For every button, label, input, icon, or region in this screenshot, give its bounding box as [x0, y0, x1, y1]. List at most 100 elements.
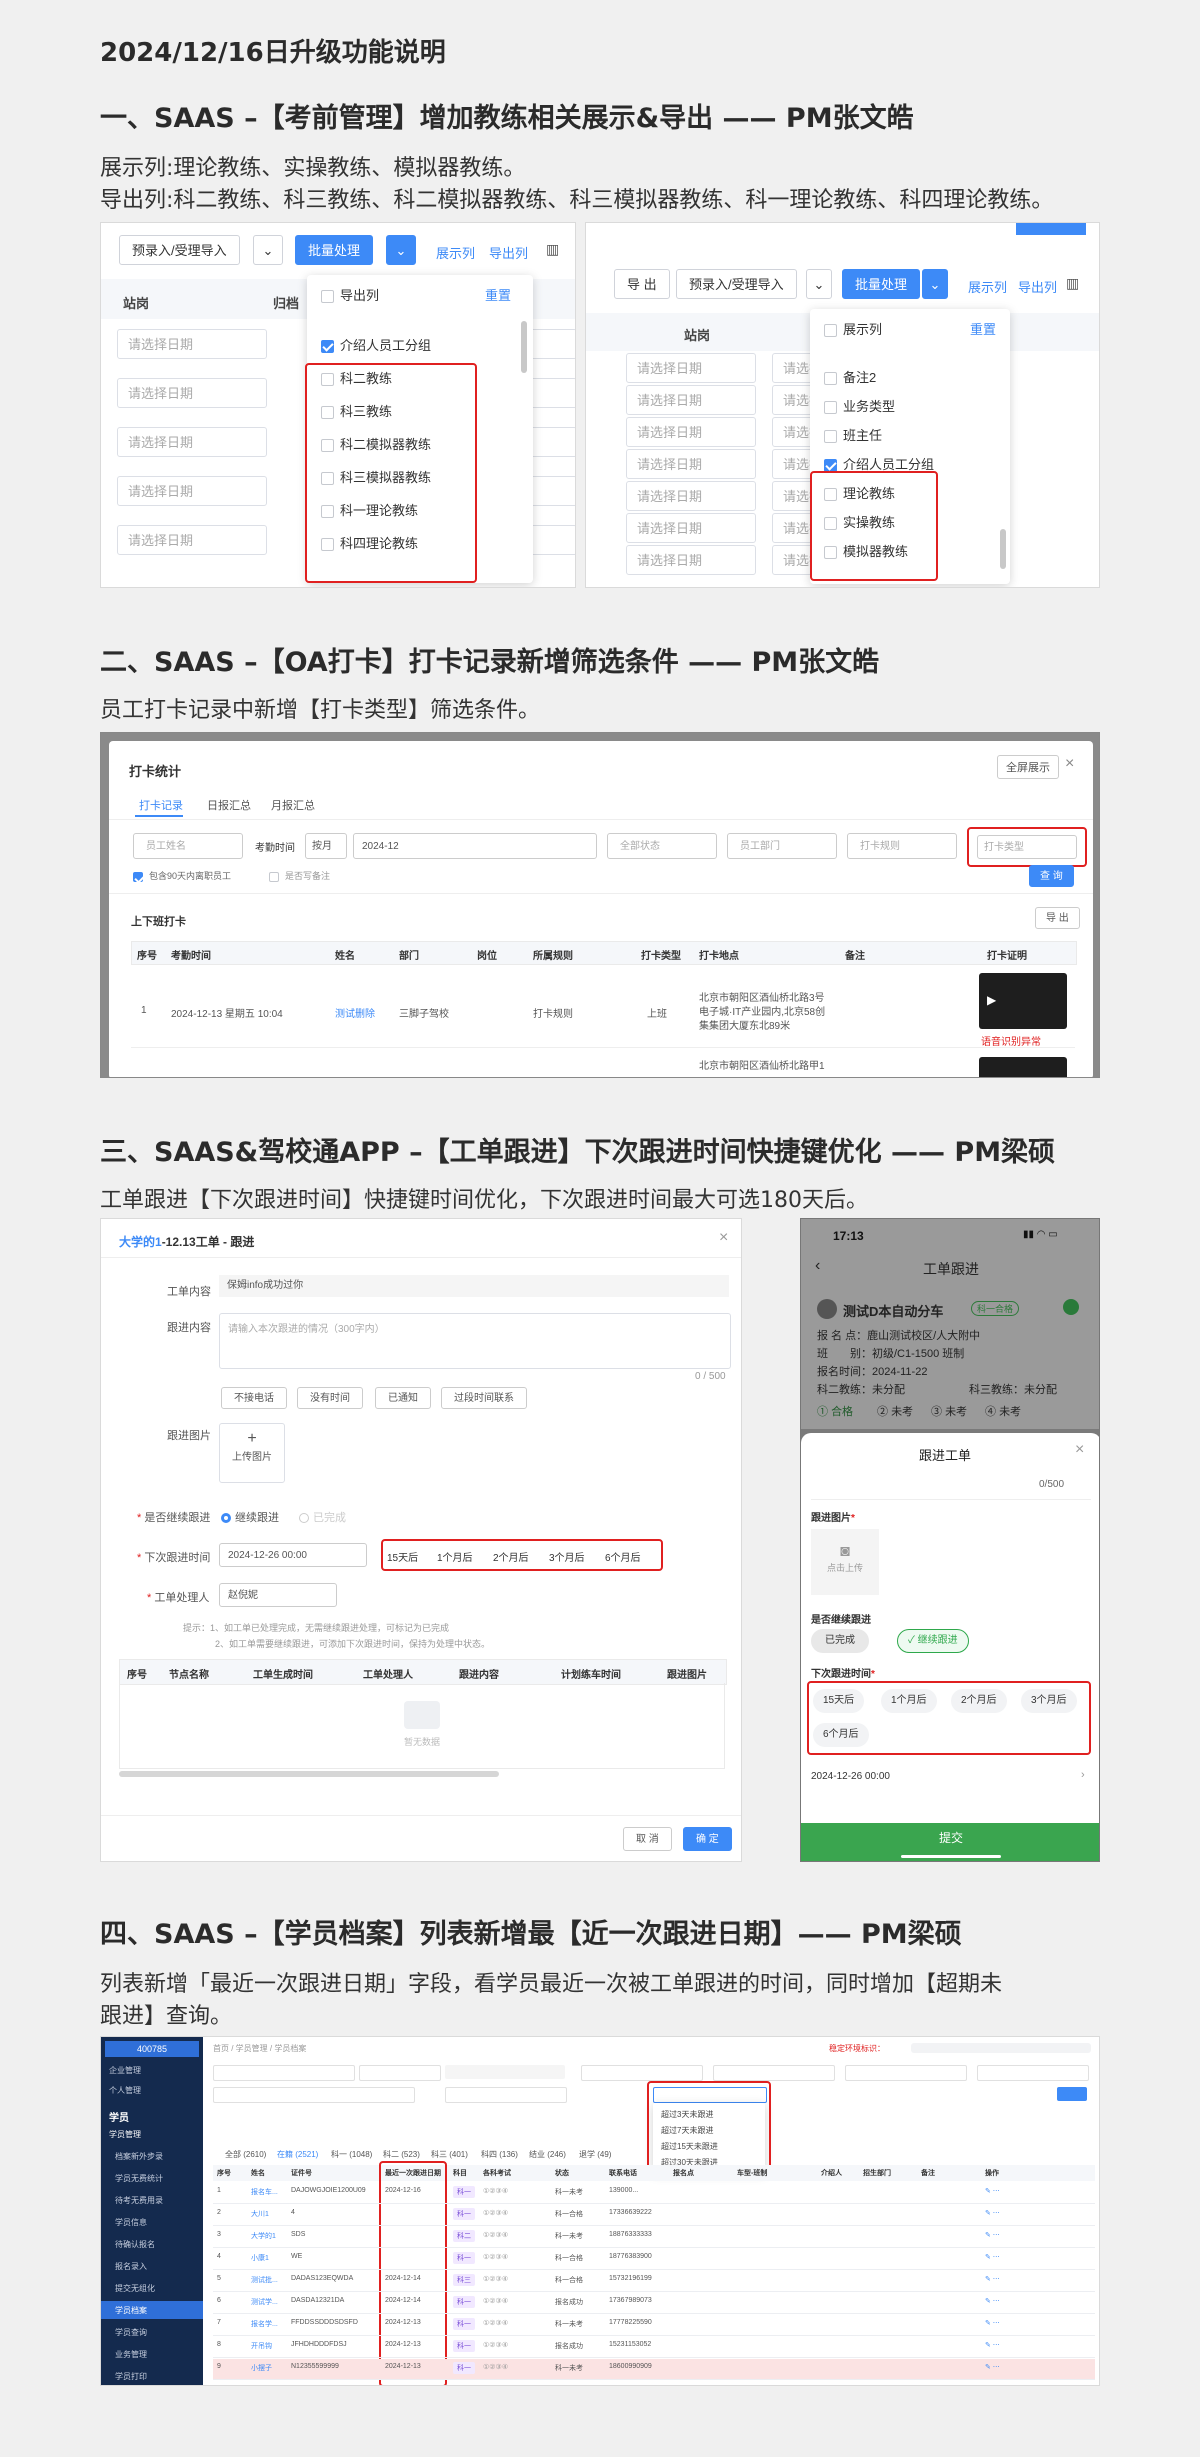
done-chip[interactable]: 已完成 [811, 1629, 869, 1653]
filter-input[interactable] [713, 2065, 835, 2081]
table-cell[interactable]: 小康1 [251, 2253, 269, 2263]
proof-video-thumbnail[interactable] [979, 1057, 1067, 1077]
chart-icon[interactable]: ▥ [546, 241, 559, 258]
sidebar-item[interactable]: 学员无费统计 [115, 2173, 163, 2184]
tab[interactable]: 退学 (49) [579, 2149, 611, 2160]
sidebar-item[interactable]: 报名录入 [115, 2261, 147, 2272]
rule-select[interactable]: 打卡规则 [847, 833, 957, 859]
batch-button[interactable]: 批量处理 [842, 269, 921, 299]
quick-reason-button[interactable]: 没有时间 [297, 1387, 363, 1409]
import-button[interactable]: 预录入/受理导入 [119, 235, 240, 265]
import-button[interactable]: 预录入/受理导入 [676, 269, 797, 299]
phone-icon[interactable] [1063, 1299, 1079, 1315]
filter-input[interactable] [581, 2065, 703, 2081]
edit-icon[interactable]: ✎ ⋯ [985, 2297, 1000, 2305]
date-input[interactable]: 请选择日期 [626, 353, 756, 383]
date-input[interactable]: 请选择日期 [117, 476, 267, 506]
sidebar-item[interactable]: 企业管理 [109, 2065, 141, 2076]
filter-input[interactable] [845, 2065, 967, 2081]
sidebar-item[interactable]: 学员查询 [115, 2327, 147, 2338]
close-icon[interactable]: × [1075, 1441, 1084, 1459]
tab[interactable]: 科一 (1048) [331, 2149, 372, 2160]
follow-textarea[interactable]: 请输入本次跟进的情况（300字内） [219, 1313, 731, 1369]
batch-dropdown-toggle[interactable]: ⌄ [386, 235, 416, 265]
date-range-input[interactable] [213, 2087, 415, 2103]
checkbox[interactable] [321, 340, 334, 354]
row-name-link[interactable]: 测试删除 [335, 1005, 375, 1020]
close-icon[interactable]: × [719, 1229, 728, 1247]
continue-yes-radio[interactable]: 继续跟进 [221, 1509, 279, 1525]
import-dropdown-toggle[interactable]: ⌄ [253, 235, 283, 265]
sidebar-item[interactable]: 学员打印 [115, 2371, 147, 2382]
back-icon[interactable]: ‹ [815, 1257, 820, 1275]
month-picker[interactable]: 2024-12 [353, 833, 597, 859]
query-button[interactable] [1016, 223, 1086, 235]
dropdown-item[interactable]: 备注2 [824, 367, 876, 386]
edit-icon[interactable]: ✎ ⋯ [985, 2275, 1000, 2283]
cancel-button[interactable]: 取 消 [623, 1827, 672, 1851]
top-actions[interactable] [911, 2043, 1091, 2053]
tab[interactable]: 结业 (246) [529, 2149, 566, 2160]
continue-chip[interactable]: ✓ 继续跟进 [897, 1629, 969, 1653]
continue-no-radio[interactable]: 已完成 [299, 1509, 346, 1525]
table-cell[interactable]: 小摆子 [251, 2363, 272, 2373]
sidebar-item[interactable]: 待考无费用录 [115, 2195, 163, 2206]
scrollbar[interactable] [521, 321, 527, 373]
sidebar-item[interactable]: 档案新外步录 [115, 2151, 163, 2162]
date-input[interactable]: 请选择日期 [117, 525, 267, 555]
edit-icon[interactable]: ✎ ⋯ [985, 2231, 1000, 2239]
date-input[interactable]: 请选择日期 [626, 481, 756, 511]
edit-icon[interactable]: ✎ ⋯ [985, 2319, 1000, 2327]
quick-reason-button[interactable]: 不接电话 [221, 1387, 287, 1409]
export-columns-link[interactable]: 导出列 [1018, 277, 1057, 296]
next-time-picker[interactable]: 2024-12-26 00:00 [219, 1543, 367, 1567]
include-resigned-checkbox[interactable]: 包含90天内离职员工 [133, 869, 231, 882]
reset-link[interactable]: 重置 [970, 319, 996, 338]
tab[interactable]: 全部 (2610) [225, 2149, 266, 2160]
export-button[interactable]: 导 出 [1035, 907, 1080, 929]
dropdown-item[interactable]: 业务类型 [824, 396, 895, 415]
tab[interactable]: 科四 (136) [481, 2149, 518, 2160]
date-input[interactable]: 请选择日期 [626, 545, 756, 575]
tab-active[interactable]: 在籍 (2521) [277, 2149, 318, 2160]
next-time-value[interactable]: 2024-12-26 00:00 [811, 1771, 890, 1782]
checkbox[interactable] [269, 871, 279, 882]
table-cell[interactable]: 报名车... [251, 2187, 278, 2197]
filter-input[interactable] [977, 2065, 1089, 2081]
edit-icon[interactable]: ✎ ⋯ [985, 2363, 1000, 2371]
table-cell[interactable]: 测试批... [251, 2275, 278, 2285]
checkbox[interactable] [824, 324, 837, 338]
sidebar-item[interactable]: 待确认报名 [115, 2239, 155, 2250]
scrollbar[interactable] [1000, 529, 1006, 569]
quick-reason-button[interactable]: 已通知 [375, 1387, 431, 1409]
filter-input[interactable] [213, 2065, 355, 2081]
query-button[interactable]: 查 询 [1029, 865, 1074, 887]
export-button[interactable]: 导 出 [614, 269, 670, 299]
edit-icon[interactable]: ✎ ⋯ [985, 2253, 1000, 2261]
has-remark-checkbox[interactable]: 是否写备注 [269, 869, 330, 882]
date-input[interactable]: 请选择日期 [626, 513, 756, 543]
employee-name-select[interactable]: 员工姓名 [133, 833, 243, 859]
close-icon[interactable]: × [1065, 755, 1074, 773]
table-cell[interactable]: 大学的1 [251, 2231, 276, 2241]
dept-select[interactable]: 员工部门 [727, 833, 837, 859]
tab-daily[interactable]: 日报汇总 [207, 797, 251, 813]
checkbox[interactable] [133, 871, 143, 882]
edit-icon[interactable]: ✎ ⋯ [985, 2187, 1000, 2195]
horizontal-scrollbar[interactable] [119, 1771, 499, 1777]
ok-button[interactable]: 确 定 [683, 1827, 732, 1851]
sidebar-item[interactable]: 提交无组化 [115, 2283, 155, 2294]
filter-input[interactable] [445, 2087, 567, 2103]
tab[interactable]: 科二 (523) [383, 2149, 420, 2160]
date-input[interactable]: 请选择日期 [626, 449, 756, 479]
export-columns-link[interactable]: 导出列 [489, 243, 528, 262]
tab-records[interactable]: 打卡记录 [139, 797, 183, 813]
checkbox[interactable] [824, 430, 837, 444]
tab[interactable]: 科三 (401) [431, 2149, 468, 2160]
checkbox[interactable] [824, 372, 837, 386]
sidebar-item[interactable]: 个人管理 [109, 2085, 141, 2096]
handler-select[interactable]: 赵倪妮 [219, 1583, 337, 1607]
filter-input[interactable] [359, 2065, 441, 2081]
tab-monthly[interactable]: 月报汇总 [271, 797, 315, 813]
checkbox[interactable] [321, 290, 334, 304]
